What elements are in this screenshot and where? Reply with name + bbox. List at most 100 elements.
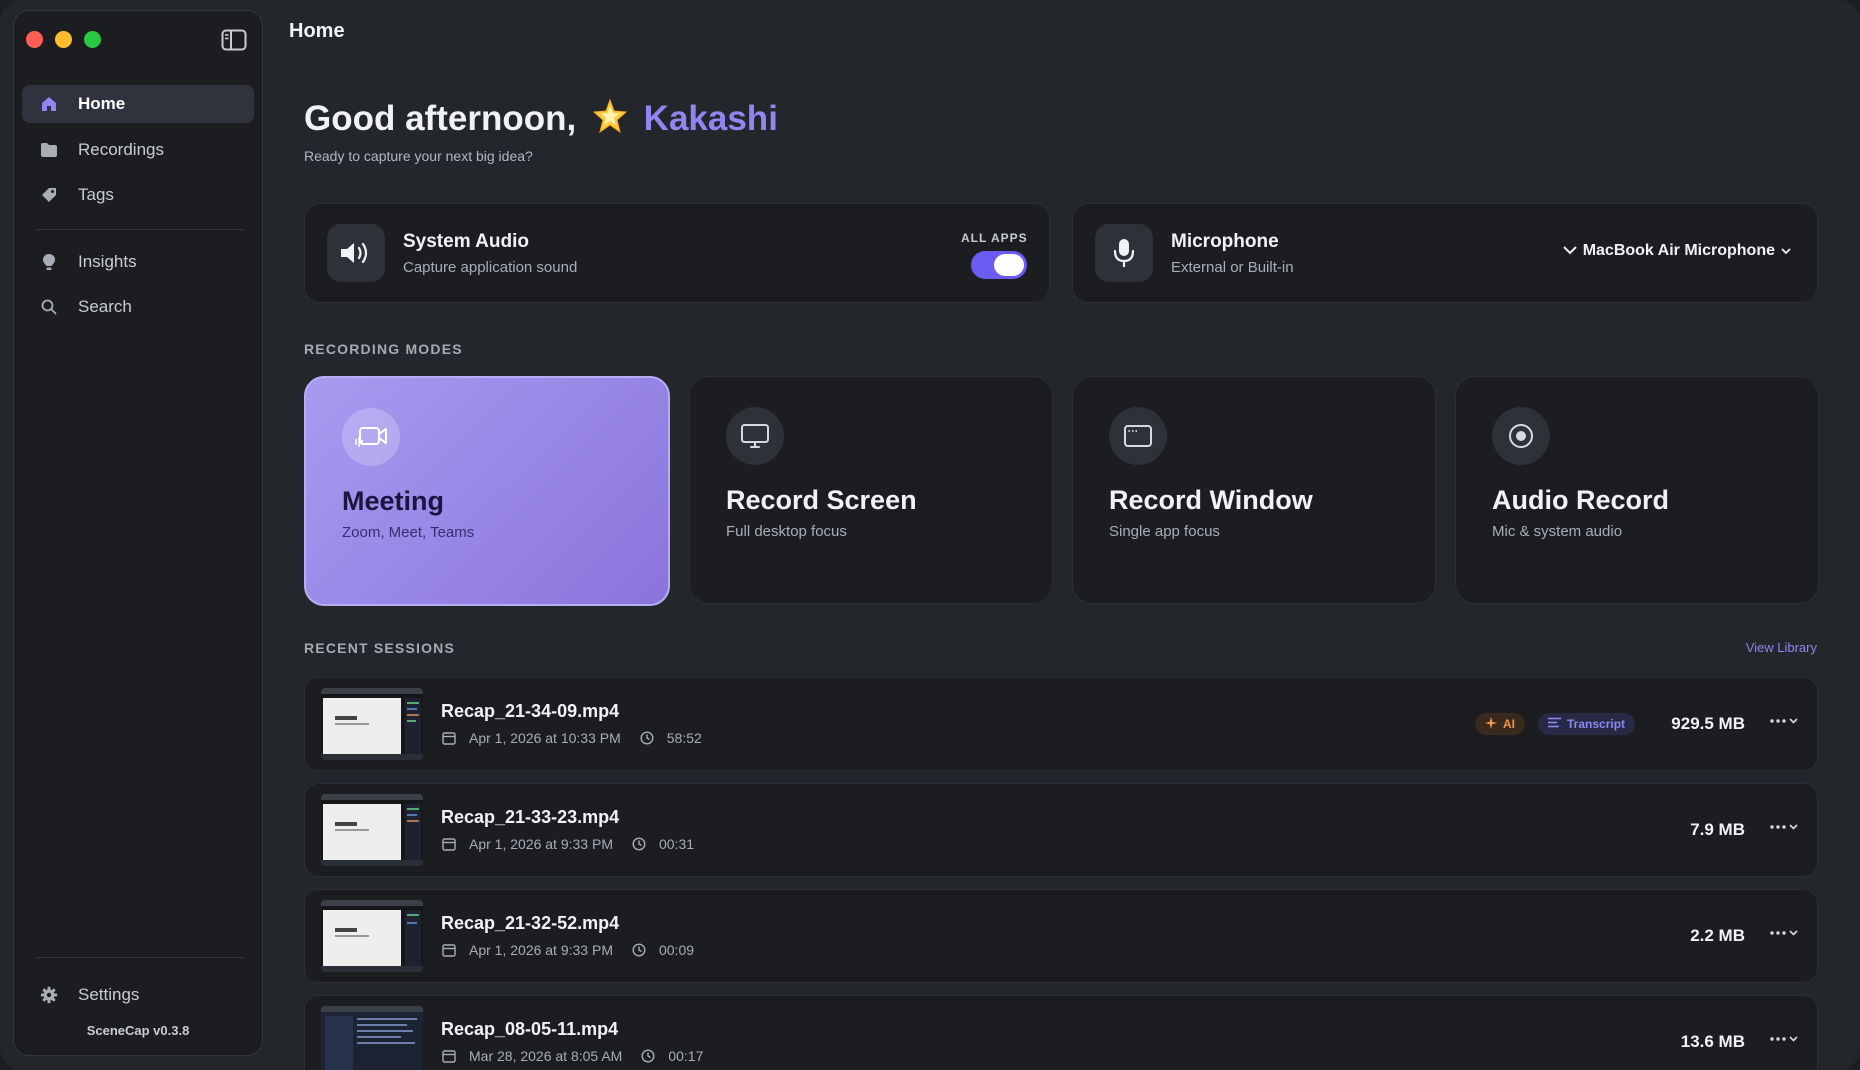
system-audio-card: System Audio Capture application sound A… xyxy=(304,203,1050,303)
session-filename: Recap_21-32-52.mp4 xyxy=(441,913,620,933)
all-apps-label: ALL APPS xyxy=(961,231,1028,245)
chevron-down-icon xyxy=(1781,242,1791,260)
sidebar-item-label: Insights xyxy=(78,252,137,271)
view-library-link[interactable]: View Library xyxy=(1746,640,1817,655)
chevron-down-icon xyxy=(1562,242,1577,260)
session-filename: Recap_08-05-11.mp4 xyxy=(441,1019,619,1039)
session-thumbnail xyxy=(321,1006,423,1070)
sidebar-item-home[interactable]: Home xyxy=(22,85,254,123)
session-row[interactable]: Recap_21-34-09.mp4 Apr 1, 2026 at 10:33 … xyxy=(304,677,1818,771)
sidebar-item-search[interactable]: Search xyxy=(22,288,254,326)
ai-badge-label: AI xyxy=(1503,717,1515,731)
more-options-button[interactable] xyxy=(1765,1026,1803,1054)
sidebar-item-settings[interactable]: Settings xyxy=(22,976,254,1014)
session-size: 7.9 MB xyxy=(1690,820,1745,839)
mode-title: Audio Record xyxy=(1492,485,1670,515)
gear-icon xyxy=(38,984,60,1006)
video-camera-icon xyxy=(342,408,400,466)
lightbulb-icon xyxy=(38,251,60,273)
session-meta: Apr 1, 2026 at 10:33 PM 58:52 xyxy=(441,730,702,746)
user-name: Kakashi xyxy=(643,99,778,138)
speaker-icon xyxy=(327,224,385,282)
microphone-icon xyxy=(1095,224,1153,282)
sidebar: Home Recordings Tags Insights Search Set… xyxy=(13,10,263,1056)
mode-card-record-window[interactable]: Record Window Single app focus xyxy=(1072,376,1436,604)
session-duration: 00:17 xyxy=(668,1048,704,1064)
microphone-select[interactable]: MacBook Air Microphone xyxy=(1562,242,1791,260)
app-window: Home Recordings Tags Insights Search Set… xyxy=(0,0,1860,1070)
sidebar-item-recordings[interactable]: Recordings xyxy=(22,131,254,169)
record-icon xyxy=(1492,407,1550,465)
sidebar-item-label: Home xyxy=(78,94,126,113)
calendar-icon xyxy=(441,730,457,746)
calendar-icon xyxy=(441,942,457,958)
app-version: SceneCap v0.3.8 xyxy=(86,1023,190,1038)
tag-icon xyxy=(38,184,60,206)
session-row[interactable]: Recap_21-32-52.mp4 Apr 1, 2026 at 9:33 P… xyxy=(304,889,1818,983)
transcript-icon xyxy=(1548,717,1561,731)
greeting-prefix: Good afternoon, xyxy=(304,99,577,138)
transcript-badge[interactable]: Transcript xyxy=(1538,713,1636,735)
microphone-select-value: MacBook Air Microphone xyxy=(1582,242,1775,259)
session-meta: Apr 1, 2026 at 9:33 PM 00:09 xyxy=(441,942,694,958)
system-audio-subtitle: Capture application sound xyxy=(403,259,578,276)
toggle-knob xyxy=(994,254,1024,276)
system-audio-toggle[interactable] xyxy=(971,251,1027,279)
session-row[interactable]: Recap_08-05-11.mp4 Mar 28, 2026 at 8:05 … xyxy=(304,995,1818,1070)
mode-card-audio-record[interactable]: Audio Record Mic & system audio xyxy=(1455,376,1819,604)
clock-icon xyxy=(631,942,647,958)
session-row[interactable]: Recap_21-33-23.mp4 Apr 1, 2026 at 9:33 P… xyxy=(304,783,1818,877)
mode-card-meeting[interactable]: Meeting Zoom, Meet, Teams xyxy=(304,376,670,606)
sidebar-divider xyxy=(36,957,244,958)
sidebar-item-label: Tags xyxy=(78,185,114,204)
session-size: 929.5 MB xyxy=(1671,714,1745,733)
session-meta: Mar 28, 2026 at 8:05 AM 00:17 xyxy=(441,1048,703,1064)
sidebar-item-label: Settings xyxy=(78,985,140,1004)
session-size: 13.6 MB xyxy=(1680,1032,1745,1051)
session-duration: 00:31 xyxy=(658,836,695,852)
mode-subtitle: Mic & system audio xyxy=(1492,523,1623,540)
page-title: Home xyxy=(289,20,345,42)
zoom-window-button[interactable] xyxy=(84,31,101,48)
session-size: 2.2 MB xyxy=(1690,926,1745,945)
sidebar-item-tags[interactable]: Tags xyxy=(22,176,254,214)
mode-card-record-screen[interactable]: Record Screen Full desktop focus xyxy=(689,376,1053,604)
mode-subtitle: Full desktop focus xyxy=(726,523,847,540)
more-options-button[interactable] xyxy=(1765,920,1803,948)
ai-badge[interactable]: AI xyxy=(1475,713,1525,735)
ellipsis-chevron-icon xyxy=(1769,925,1799,943)
sidebar-item-label: Search xyxy=(78,297,132,316)
session-date: Apr 1, 2026 at 9:33 PM xyxy=(469,836,613,852)
session-thumbnail xyxy=(321,688,423,760)
mode-title: Record Screen xyxy=(726,485,917,515)
sidebar-item-insights[interactable]: Insights xyxy=(22,243,254,281)
session-duration: 58:52 xyxy=(666,730,702,746)
monitor-icon xyxy=(726,407,784,465)
minimize-window-button[interactable] xyxy=(55,31,72,48)
greeting-subtitle: Ready to capture your next big idea? xyxy=(304,148,533,164)
clock-icon xyxy=(640,1048,656,1064)
microphone-title: Microphone xyxy=(1171,231,1279,252)
session-date: Mar 28, 2026 at 8:05 AM xyxy=(469,1048,623,1064)
session-thumbnail xyxy=(321,900,423,972)
ellipsis-chevron-icon xyxy=(1769,713,1799,731)
session-duration: 00:09 xyxy=(658,942,695,958)
mode-subtitle: Zoom, Meet, Teams xyxy=(342,524,475,541)
calendar-icon xyxy=(441,1048,457,1064)
transcript-badge-label: Transcript xyxy=(1567,717,1626,731)
house-icon xyxy=(38,93,60,115)
session-filename: Recap_21-34-09.mp4 xyxy=(441,701,620,721)
recent-sessions-heading: RECENT SESSIONS xyxy=(304,640,456,656)
clock-icon xyxy=(639,730,655,746)
recording-modes-heading: RECORDING MODES xyxy=(304,341,463,357)
more-options-button[interactable] xyxy=(1765,814,1803,842)
session-meta: Apr 1, 2026 at 9:33 PM 00:31 xyxy=(441,836,694,852)
more-options-button[interactable] xyxy=(1765,708,1803,736)
microphone-card: Microphone External or Built-in MacBook … xyxy=(1072,203,1818,303)
close-window-button[interactable] xyxy=(26,31,43,48)
mode-title: Record Window xyxy=(1109,485,1313,515)
search-icon xyxy=(38,296,60,318)
greeting-heading: Good afternoon, Kakashi xyxy=(304,98,778,139)
sidebar-toggle-icon[interactable] xyxy=(221,29,247,51)
sparkle-icon xyxy=(1485,716,1497,732)
